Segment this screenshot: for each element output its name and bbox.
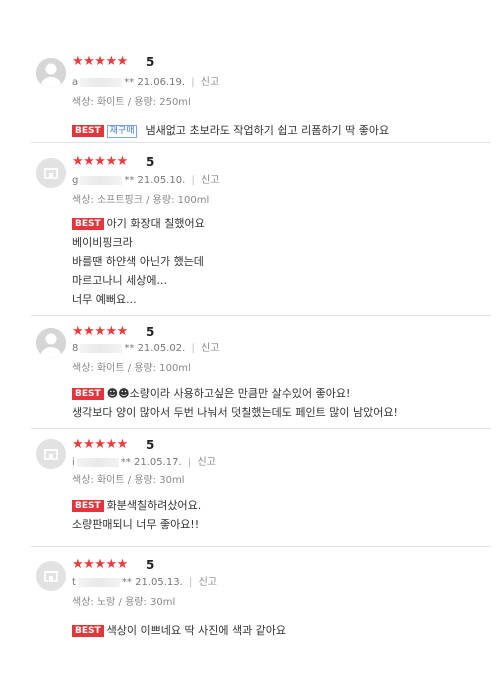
review-text-line: 마르고나니 세상에... — [72, 274, 167, 287]
masked-user-id — [80, 175, 123, 185]
review-content: BEST ☻☻소량이라 사용하고싶은 만큼만 살수있어 좋아요! 생각보다 양이 … — [72, 384, 398, 422]
review-divider — [31, 546, 491, 547]
best-badge: BEST — [72, 625, 104, 637]
rating-score: 5 — [146, 155, 155, 169]
masked-user-id — [76, 457, 119, 467]
report-link[interactable]: 신고 — [201, 343, 219, 354]
review-text-line: 아기 화장대 칠했어요 — [106, 217, 205, 230]
user-id: t — [72, 577, 76, 588]
user-avatar-icon — [36, 328, 66, 358]
rating-stars: ★★★★★ — [72, 154, 128, 169]
rating-score: 5 — [146, 325, 155, 339]
rating-score: 5 — [146, 438, 155, 452]
review-date: 21.05.13. — [135, 577, 183, 588]
user-mask: ** — [120, 457, 131, 468]
best-badge: BEST — [72, 500, 104, 512]
separator: | — [191, 77, 195, 88]
report-link[interactable]: 신고 — [201, 175, 219, 186]
masked-user-id — [77, 577, 120, 587]
review-content: BEST 아기 화장대 칠했어요 베이비핑크라 바를땐 하얀색 아닌가 했는데 마… — [72, 214, 205, 309]
masked-user-id — [80, 77, 123, 87]
store-avatar-icon — [36, 561, 66, 591]
review-date: 21.06.19. — [137, 77, 186, 88]
review-text-line: 베이비핑크라 — [72, 236, 133, 249]
review-divider — [31, 428, 491, 429]
best-badge: BEST — [72, 218, 104, 230]
review-date: 21.05.17. — [133, 457, 182, 468]
store-avatar-icon — [36, 158, 66, 188]
purchase-option: 색상: 노랑 / 용량: 30ml — [72, 597, 176, 608]
review-date: 21.05.10. — [137, 175, 186, 186]
review-meta: i ** 21.05.17. | 신고 — [72, 456, 216, 470]
review-text-line: ☻☻소량이라 사용하고싶은 만큼만 살수있어 좋아요! — [106, 387, 351, 400]
review-list: ★★★★★ 5 a ** 21.06.19. | 신고 색상: 화이트 / 용량:… — [0, 0, 500, 699]
rating-stars: ★★★★★ — [72, 437, 128, 452]
review-text-line: 생각보다 양이 많아서 두번 나눠서 덧칠했는데도 페인트 많이 남았어요! — [72, 406, 398, 419]
review-text-line: 냄새없고 초보라도 작업하기 쉽고 리폼하기 딱 좋아요 — [145, 124, 390, 137]
review-text-line: 너무 예뻐요... — [72, 293, 137, 306]
store-avatar-icon — [36, 439, 66, 469]
user-mask: ** — [124, 175, 135, 186]
user-id: g — [72, 175, 79, 186]
user-id: i — [72, 457, 75, 468]
user-id: 8 — [72, 343, 79, 354]
purchase-option: 색상: 화이트 / 용량: 100ml — [72, 363, 191, 374]
separator: | — [189, 577, 193, 588]
rating-stars: ★★★★★ — [72, 557, 128, 572]
review-divider — [31, 315, 491, 316]
purchase-option: 색상: 화이트 / 용량: 250ml — [72, 97, 191, 108]
best-badge: BEST — [72, 388, 104, 400]
separator: | — [187, 457, 192, 468]
user-avatar-icon — [36, 58, 66, 88]
review-text-line: 바를땐 하얀색 아닌가 했는데 — [72, 255, 204, 268]
review-content: BEST 재구매 냄새없고 초보라도 작업하기 쉽고 리폼하기 딱 좋아요 — [72, 121, 389, 140]
report-link[interactable]: 신고 — [197, 457, 215, 468]
review-text-line: 색상이 이쁘네요 딱 사진에 색과 같아요 — [106, 624, 287, 637]
user-mask: ** — [124, 343, 135, 354]
review-content: BEST 화분색칠하려샀어요. 소량판매되니 너무 좋아요!! — [72, 496, 201, 534]
rating-score: 5 — [146, 558, 155, 572]
review-date: 21.05.02. — [137, 343, 186, 354]
user-id: a — [72, 77, 79, 88]
review-content: BEST 색상이 이쁘네요 딱 사진에 색과 같아요 — [72, 621, 286, 640]
rating-stars: ★★★★★ — [72, 324, 128, 339]
review-divider — [31, 142, 491, 143]
masked-user-id — [80, 343, 123, 353]
repurchase-badge: 재구매 — [106, 125, 138, 138]
report-link[interactable]: 신고 — [201, 77, 219, 88]
best-badge: BEST — [72, 125, 104, 137]
user-mask: ** — [124, 77, 135, 88]
purchase-option: 색상: 화이트 / 용량: 30ml — [72, 475, 185, 486]
report-link[interactable]: 신고 — [199, 577, 217, 588]
rating-score: 5 — [146, 55, 155, 69]
review-meta: a ** 21.06.19. | 신고 — [72, 76, 219, 90]
user-mask: ** — [121, 577, 132, 588]
review-text-line: 소량판매되니 너무 좋아요!! — [72, 518, 200, 531]
review-meta: g ** 21.05.10. | 신고 — [72, 174, 219, 188]
purchase-option: 색상: 소프트핑크 / 용량: 100ml — [72, 195, 210, 206]
separator: | — [191, 343, 195, 354]
review-meta: 8 ** 21.05.02. | 신고 — [72, 342, 219, 356]
review-text-line: 화분색칠하려샀어요. — [106, 499, 202, 512]
separator: | — [191, 175, 195, 186]
review-meta: t ** 21.05.13. | 신고 — [72, 576, 217, 590]
rating-stars: ★★★★★ — [72, 54, 128, 69]
